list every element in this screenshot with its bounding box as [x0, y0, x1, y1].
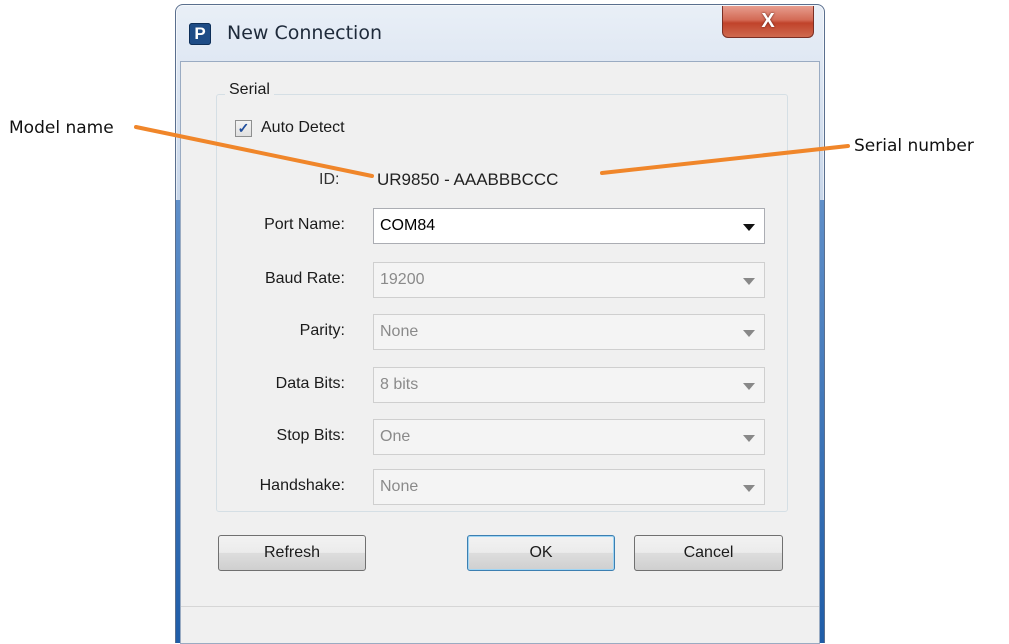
annotation-lines: [134, 125, 850, 178]
serial-number-callout: Serial number: [854, 136, 974, 156]
model-name-leader-line: [134, 125, 374, 178]
serial-number-leader-line: [600, 144, 850, 175]
model-name-callout: Model name: [9, 118, 114, 138]
